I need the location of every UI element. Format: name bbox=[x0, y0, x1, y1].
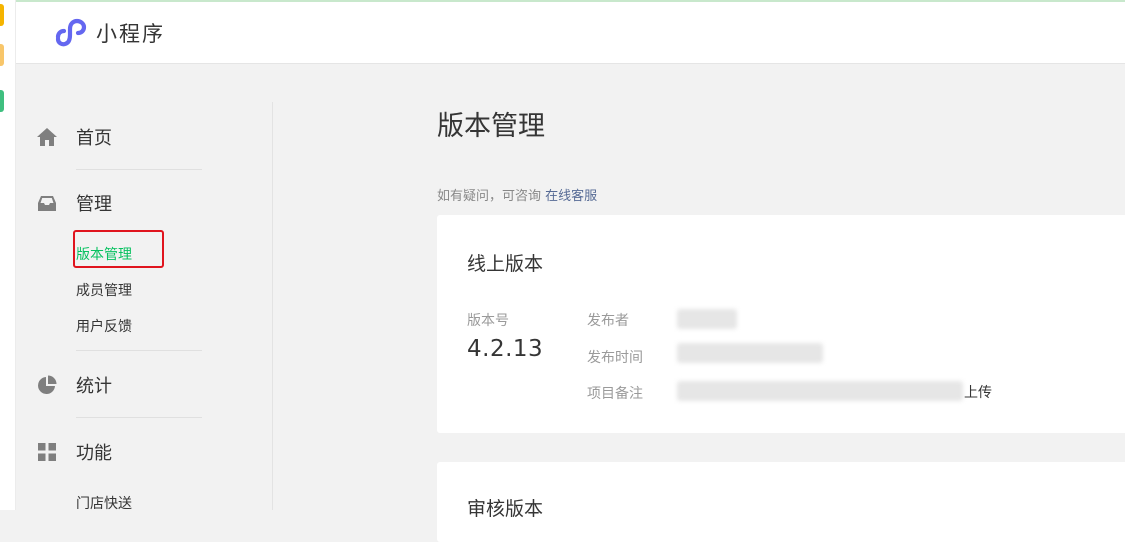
review-version-card: 审核版本 bbox=[437, 462, 1125, 542]
version-value: 4.2.13 bbox=[467, 336, 544, 362]
grid-icon bbox=[38, 443, 56, 461]
card-title: 线上版本 bbox=[467, 253, 544, 275]
inbox-icon bbox=[38, 196, 56, 211]
publish-time-value-redacted bbox=[677, 343, 823, 363]
sidebar-item-label: 功能 bbox=[76, 443, 112, 464]
help-hint-text: 如有疑问，可咨询 bbox=[437, 189, 546, 204]
card-title: 审核版本 bbox=[467, 498, 544, 520]
top-header: 小程序 bbox=[16, 2, 1125, 64]
project-note-value-redacted bbox=[677, 381, 963, 401]
sidebar-item-label: 管理 bbox=[76, 194, 112, 215]
sidebar-subitem-member-manage[interactable]: 成员管理 bbox=[76, 280, 132, 300]
sidebar-item-stats[interactable]: 统计 bbox=[36, 370, 112, 400]
app-title: 小程序 bbox=[96, 22, 165, 46]
sidebar-item-home[interactable]: 首页 bbox=[36, 122, 112, 152]
sidebar-item-label: 首页 bbox=[76, 128, 112, 149]
sidebar-divider bbox=[76, 169, 202, 170]
sidebar-subitem-version-manage[interactable]: 版本管理 bbox=[76, 244, 132, 264]
sidebar-item-manage[interactable]: 管理 bbox=[36, 188, 112, 218]
sidebar-vertical-divider bbox=[272, 102, 273, 510]
project-note-suffix: 上传 bbox=[964, 385, 992, 401]
publisher-value-redacted bbox=[677, 309, 737, 329]
edge-tab-green[interactable] bbox=[0, 90, 4, 112]
help-hint: 如有疑问，可咨询 在线客服 bbox=[437, 185, 597, 204]
sidebar-divider bbox=[76, 350, 202, 351]
edge-tab-orange[interactable] bbox=[0, 44, 4, 66]
sidebar-item-label: 统计 bbox=[76, 376, 112, 397]
publish-time-label: 发布时间 bbox=[587, 350, 643, 366]
sidebar-subitem-store-delivery[interactable]: 门店快送 bbox=[76, 493, 132, 513]
page-title: 版本管理 bbox=[437, 111, 545, 142]
sidebar-item-features[interactable]: 功能 bbox=[36, 437, 112, 467]
home-icon bbox=[37, 128, 57, 146]
sidebar-subitem-user-feedback[interactable]: 用户反馈 bbox=[76, 316, 132, 336]
sidebar-divider bbox=[76, 417, 202, 418]
online-version-card: 线上版本 版本号 4.2.13 发布者 发布时间 项目备注 上传 bbox=[437, 215, 1125, 433]
version-label: 版本号 bbox=[467, 313, 509, 329]
mini-program-logo-icon[interactable] bbox=[54, 17, 88, 47]
pie-chart-icon bbox=[38, 375, 57, 394]
online-support-link[interactable]: 在线客服 bbox=[545, 189, 597, 204]
publisher-label: 发布者 bbox=[587, 313, 629, 329]
edge-tab-yellow[interactable] bbox=[0, 4, 4, 26]
browser-edge-strip bbox=[0, 0, 16, 510]
project-note-label: 项目备注 bbox=[587, 386, 643, 402]
